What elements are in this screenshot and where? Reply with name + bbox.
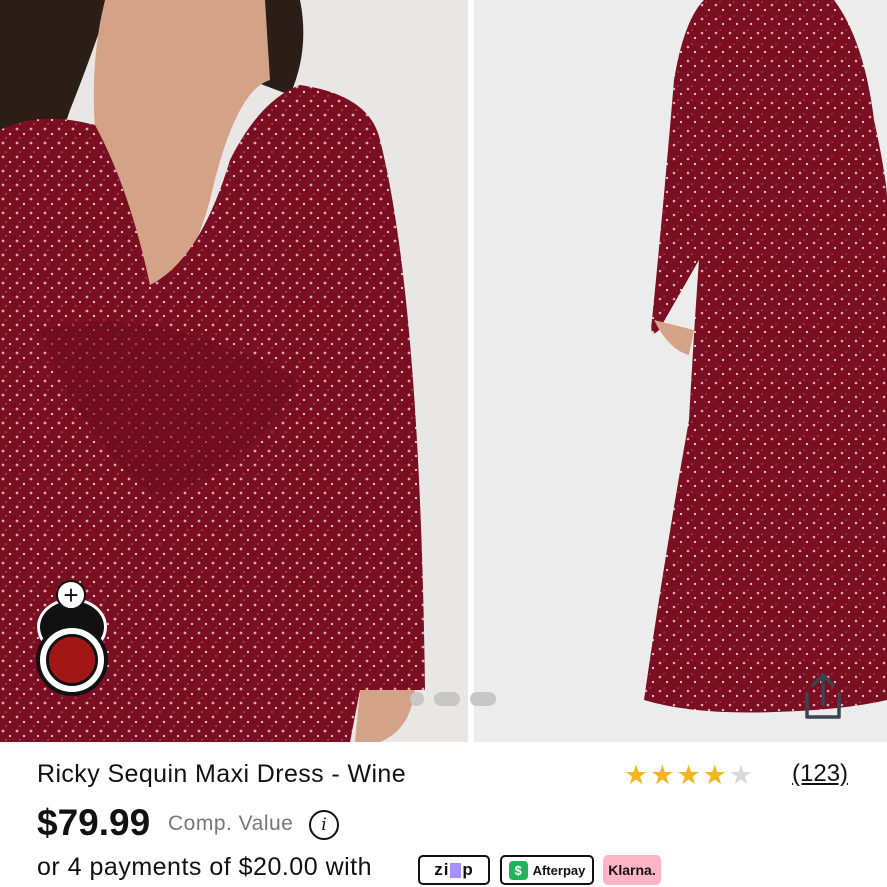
review-count-link[interactable]: (123) — [792, 760, 848, 788]
star-icon: ★ — [702, 760, 727, 790]
carousel-dot[interactable] — [434, 692, 460, 706]
afterpay-icon: $ — [508, 860, 528, 880]
product-price: $79.99 — [37, 802, 151, 843]
afterpay-label: Afterpay — [532, 862, 586, 878]
product-title: Ricky Sequin Maxi Dress - Wine — [37, 760, 407, 788]
add-swatch-button[interactable]: + — [56, 580, 86, 610]
info-icon[interactable]: i — [309, 810, 339, 840]
rating-stars[interactable]: ★ ★ ★ ★ ★ — [624, 760, 753, 790]
star-empty-icon: ★ — [728, 760, 754, 790]
carousel-dot[interactable] — [410, 692, 424, 706]
zip-label-end: p — [462, 860, 474, 879]
color-swatch-fill — [46, 634, 98, 686]
klarna-payment-badge[interactable]: Klarna. — [603, 855, 661, 885]
zip-label: zi — [434, 860, 450, 879]
afterpay-payment-badge[interactable]: $ Afterpay — [500, 855, 594, 885]
carousel-dot[interactable] — [470, 692, 496, 706]
color-swatch-wine[interactable] — [36, 624, 108, 696]
zip-payment-badge[interactable]: zi p — [418, 855, 490, 885]
star-icon: ★ — [676, 760, 701, 790]
zip-logo-mark — [450, 862, 462, 878]
color-swatch-group: + — [36, 580, 110, 698]
star-icon: ★ — [650, 760, 675, 790]
star-icon: ★ — [624, 760, 649, 790]
comp-value-label: Comp. Value — [168, 812, 294, 835]
carousel-indicator — [410, 692, 496, 706]
share-icon[interactable] — [800, 672, 846, 722]
installment-text: or 4 payments of $20.00 with — [37, 853, 373, 881]
product-image-gallery[interactable]: + — [0, 0, 887, 742]
product-photo-back[interactable] — [474, 0, 887, 742]
